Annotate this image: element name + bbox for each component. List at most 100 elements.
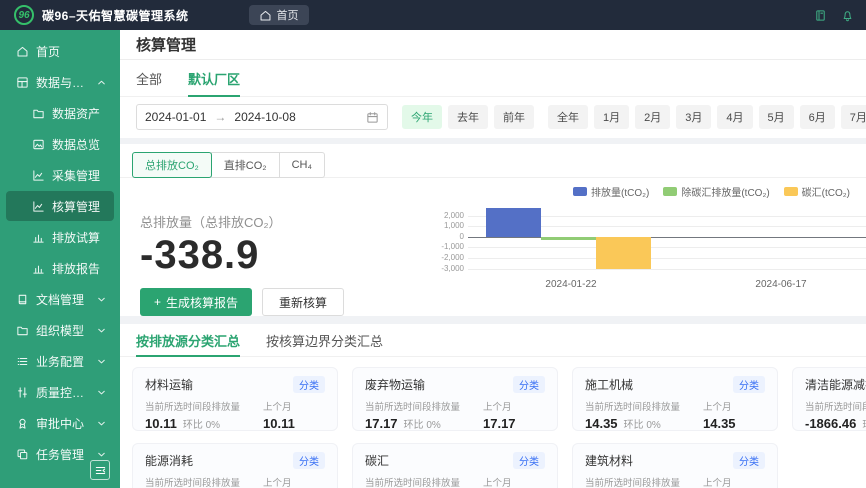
sidebar-item-emission-trial[interactable]: 排放试算 bbox=[6, 222, 114, 252]
scope-tab-1[interactable]: 默认厂区 bbox=[188, 60, 240, 96]
date-end-value: 2024-10-08 bbox=[234, 110, 295, 124]
sidebar-item-collect-mgmt[interactable]: 采集管理 bbox=[6, 160, 114, 190]
legend-marker bbox=[663, 187, 677, 196]
linechart-icon bbox=[32, 169, 45, 182]
gas-tab-1[interactable]: 直排CO₂ bbox=[211, 152, 280, 178]
current-period-label: 当前所选时间段排放量 bbox=[145, 398, 257, 412]
month-button[interactable]: 6月 bbox=[800, 105, 835, 129]
tasks-icon bbox=[16, 448, 29, 461]
recalculate-button[interactable]: 重新核算 bbox=[262, 288, 344, 316]
prev-month-value: 14.35 bbox=[703, 416, 736, 431]
sidebar-item-label: 数据总览 bbox=[52, 136, 100, 153]
barchart-icon bbox=[32, 231, 45, 244]
prev-month-value: 17.17 bbox=[483, 416, 516, 431]
month-button[interactable]: 5月 bbox=[759, 105, 794, 129]
legend-label: 排放量(tCO₂) bbox=[591, 184, 649, 199]
category-badge: 分类 bbox=[733, 452, 765, 469]
quick-range-button[interactable]: 今年 bbox=[402, 105, 442, 129]
breakdown-tab-1[interactable]: 按核算边界分类汇总 bbox=[266, 324, 383, 356]
summary-card: 材料运输分类当前所选时间段排放量10.11环比 0%上个月10.11 bbox=[132, 367, 338, 431]
current-period-label: 当前所选时间段排放量 bbox=[805, 398, 866, 412]
sidebar: 首页数据与报告数据资产数据总览采集管理核算管理排放试算排放报告文档管理组织模型业… bbox=[0, 30, 120, 488]
chevron-down-icon bbox=[95, 386, 108, 399]
quick-range-button[interactable]: 去年 bbox=[448, 105, 488, 129]
quick-range-button[interactable]: 前年 bbox=[494, 105, 534, 129]
folder-icon bbox=[32, 107, 45, 120]
legend-marker bbox=[784, 187, 798, 196]
sidebar-item-data-report[interactable]: 数据与报告 bbox=[6, 67, 114, 97]
month-button[interactable]: 4月 bbox=[717, 105, 752, 129]
prev-month-label: 上个月 bbox=[483, 474, 531, 488]
emission-bar-chart[interactable]: 2,0001,0000-1,000-2,000-3,0002024-01-222… bbox=[430, 204, 866, 300]
month-button[interactable]: 1月 bbox=[594, 105, 629, 129]
sidebar-item-label: 质量控制计划 bbox=[36, 384, 88, 401]
y-axis-tick: -2,000 bbox=[430, 253, 464, 262]
month-button[interactable]: 3月 bbox=[676, 105, 711, 129]
summary-card-title: 废弃物运输 bbox=[365, 376, 425, 393]
summary-card-title: 碳汇 bbox=[365, 452, 389, 469]
chart-bar[interactable] bbox=[541, 237, 596, 241]
sidebar-item-label: 数据与报告 bbox=[36, 74, 88, 91]
topbar: 96 碳96–天佑智慧碳管理系统 首页 bbox=[0, 0, 866, 30]
legend-label: 除碳汇排放量(tCO₂) bbox=[681, 184, 769, 199]
current-period-label: 当前所选时间段排放量 bbox=[365, 474, 477, 488]
sidebar-collapse-button[interactable] bbox=[90, 460, 110, 480]
chart-bar[interactable] bbox=[596, 237, 651, 269]
sidebar-item-biz-config[interactable]: 业务配置 bbox=[6, 346, 114, 376]
list-icon bbox=[16, 355, 29, 368]
home-icon bbox=[259, 9, 272, 22]
legend-item[interactable]: 排放量(tCO₂) bbox=[573, 184, 649, 198]
month-button[interactable]: 2月 bbox=[635, 105, 670, 129]
chart-gridline bbox=[468, 258, 866, 259]
sidebar-item-label: 数据资产 bbox=[52, 105, 100, 122]
sidebar-item-doc-mgmt[interactable]: 文档管理 bbox=[6, 284, 114, 314]
linechart-icon bbox=[32, 200, 45, 213]
category-badge: 分类 bbox=[513, 376, 545, 393]
y-axis-tick: 1,000 bbox=[430, 221, 464, 230]
sidebar-item-label: 组织模型 bbox=[36, 322, 84, 339]
prev-month-label: 上个月 bbox=[263, 398, 293, 412]
breakdown-panel: 按排放源分类汇总按核算边界分类汇总 材料运输分类当前所选时间段排放量10.11环… bbox=[120, 324, 866, 488]
page-title: 核算管理 bbox=[136, 34, 196, 55]
scope-tab-0[interactable]: 全部 bbox=[136, 60, 162, 96]
sidebar-item-org-model[interactable]: 组织模型 bbox=[6, 315, 114, 345]
calendar-icon[interactable] bbox=[366, 111, 379, 124]
generate-report-button[interactable]: + 生成核算报告 bbox=[140, 288, 252, 316]
month-button[interactable]: 7月 bbox=[841, 105, 866, 129]
chart-bar[interactable] bbox=[486, 208, 541, 236]
approval-icon bbox=[16, 417, 29, 430]
legend-item[interactable]: 除碳汇排放量(tCO₂) bbox=[663, 184, 769, 198]
category-badge: 分类 bbox=[293, 376, 325, 393]
gas-tab-2[interactable]: CH₄ bbox=[279, 152, 325, 178]
home-pill-label: 首页 bbox=[277, 7, 299, 23]
summary-card: 建筑材料分类当前所选时间段排放量526.22环比 0%上个月526.22 bbox=[572, 443, 778, 488]
sidebar-item-data-asset[interactable]: 数据资产 bbox=[6, 98, 114, 128]
sidebar-item-label: 采集管理 bbox=[52, 167, 100, 184]
sidebar-item-quality-plan[interactable]: 质量控制计划 bbox=[6, 377, 114, 407]
home-icon bbox=[16, 45, 29, 58]
journal-icon[interactable] bbox=[814, 9, 827, 22]
summary-card: 施工机械分类当前所选时间段排放量14.35环比 0%上个月14.35 bbox=[572, 367, 778, 431]
sidebar-item-data-overview[interactable]: 数据总览 bbox=[6, 129, 114, 159]
breakdown-cards: 材料运输分类当前所选时间段排放量10.11环比 0%上个月10.11废弃物运输分… bbox=[120, 357, 866, 488]
month-button[interactable]: 全年 bbox=[548, 105, 588, 129]
sidebar-item-emission-report[interactable]: 排放报告 bbox=[6, 253, 114, 283]
home-pill-button[interactable]: 首页 bbox=[249, 5, 309, 25]
legend-item[interactable]: 碳汇(tCO₂) bbox=[784, 184, 850, 198]
y-axis-tick: 2,000 bbox=[430, 211, 464, 220]
prev-month-label: 上个月 bbox=[703, 398, 734, 412]
sidebar-item-label: 核算管理 bbox=[52, 198, 100, 215]
chevron-up-icon bbox=[95, 76, 108, 89]
summary-card: 清洁能源减排分类当前所选时间段排放量-1866.46环比上个月 bbox=[792, 367, 866, 431]
sidebar-item-label: 任务管理 bbox=[36, 446, 84, 463]
sidebar-item-accounting-mgmt[interactable]: 核算管理 bbox=[6, 191, 114, 221]
summary-card-title: 施工机械 bbox=[585, 376, 633, 393]
date-range-input[interactable]: 2024-01-01 → 2024-10-08 bbox=[136, 104, 388, 130]
gas-tab-0[interactable]: 总排放CO₂ bbox=[132, 152, 212, 178]
summary-card-title: 能源消耗 bbox=[145, 452, 193, 469]
sidebar-item-home[interactable]: 首页 bbox=[6, 36, 114, 66]
breakdown-tab-0[interactable]: 按排放源分类汇总 bbox=[136, 324, 240, 356]
legend-label: 碳汇(tCO₂) bbox=[802, 184, 850, 199]
bell-icon[interactable] bbox=[841, 9, 854, 22]
sidebar-item-approval-center[interactable]: 审批中心 bbox=[6, 408, 114, 438]
